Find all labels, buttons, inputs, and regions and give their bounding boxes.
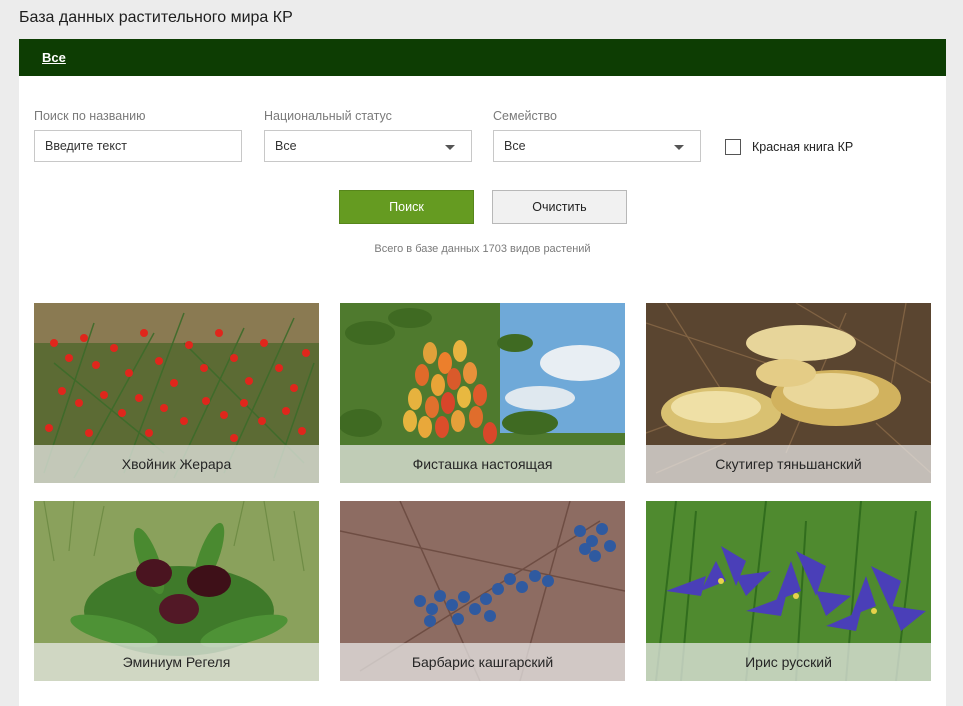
plant-card[interactable]: Скутигер тяньшанский [646, 303, 931, 483]
family-select[interactable]: Все [493, 130, 701, 162]
nav-link-all[interactable]: Все [42, 50, 66, 65]
search-button[interactable]: Поиск [339, 190, 474, 224]
status-select-value: Все [275, 139, 297, 153]
chevron-down-icon [674, 145, 684, 150]
family-label: Семейство [493, 109, 557, 123]
filter-navbar: Все [19, 39, 946, 76]
redbook-checkbox[interactable] [725, 139, 741, 155]
family-select-value: Все [504, 139, 526, 153]
species-count-text: Всего в базе данных 1703 видов растений [374, 243, 591, 255]
plant-card-title: Хвойник Жерара [34, 445, 319, 483]
main-card: Все Поиск по названию Национальный стату… [19, 39, 946, 706]
plant-card[interactable]: Эминиум Регеля [34, 501, 319, 681]
chevron-down-icon [445, 145, 455, 150]
plant-card-title: Барбарис кашгарский [340, 643, 625, 681]
plant-card-title: Фисташка настоящая [340, 445, 625, 483]
plant-card[interactable]: Хвойник Жерара [34, 303, 319, 483]
plant-card[interactable]: Фисташка настоящая [340, 303, 625, 483]
name-search-label: Поиск по названию [34, 109, 146, 123]
plant-card[interactable]: Ирис русский [646, 501, 931, 681]
status-select[interactable]: Все [264, 130, 472, 162]
clear-button[interactable]: Очистить [492, 190, 627, 224]
plant-card-title: Ирис русский [646, 643, 931, 681]
name-search-input[interactable] [34, 130, 242, 162]
plant-card-title: Эминиум Регеля [34, 643, 319, 681]
plant-card[interactable]: Барбарис кашгарский [340, 501, 625, 681]
plant-card-title: Скутигер тяньшанский [646, 445, 931, 483]
status-label: Национальный статус [264, 109, 392, 123]
page-title: База данных растительного мира КР [19, 9, 293, 26]
redbook-label: Красная книга КР [752, 140, 854, 154]
